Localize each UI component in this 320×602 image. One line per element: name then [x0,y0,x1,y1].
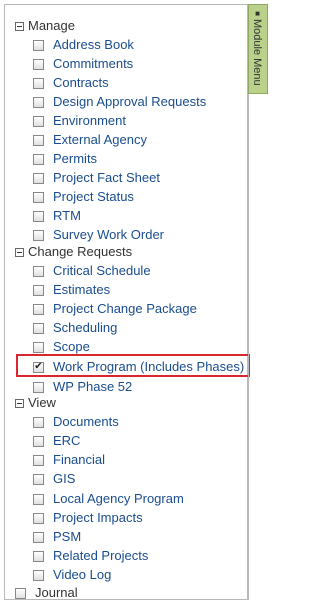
checkbox[interactable] [33,172,44,184]
tree-item-label[interactable]: Scheduling [53,319,117,337]
tree-item-address-book[interactable]: Address Book [33,36,134,54]
tree-item-label[interactable]: Financial [53,451,105,469]
tree-item-related-projects[interactable]: Related Projects [33,547,148,565]
tree-item-external-agency[interactable]: External Agency [33,131,147,149]
tree-item-label[interactable]: Design Approval Requests [53,93,206,111]
checkbox[interactable] [33,531,44,543]
checkbox[interactable] [33,435,44,447]
tree-item-label[interactable]: Project Status [53,188,134,206]
selection-highlight-box [16,354,250,377]
tree-item-label[interactable]: PSM [53,528,81,546]
group-header-view[interactable]: View [15,394,56,412]
tree-item-psm[interactable]: PSM [33,528,81,546]
tree-item-local-agency-program[interactable]: Local Agency Program [33,490,184,508]
tree-item-label[interactable]: Survey Work Order [53,226,164,244]
tree-item-label[interactable]: Project Fact Sheet [53,169,160,187]
checkbox[interactable] [33,341,44,353]
tree-item-label[interactable]: Documents [53,413,119,431]
group-label: Manage [28,18,75,33]
checkbox[interactable] [33,322,44,334]
checkbox[interactable] [33,191,44,203]
tree-item-project-status[interactable]: Project Status [33,188,134,206]
tree-item-critical-schedule[interactable]: Critical Schedule [33,262,151,280]
tree-item-project-change-package[interactable]: Project Change Package [33,300,197,318]
tree-item-label[interactable]: Journal [35,584,78,602]
checkbox[interactable] [33,229,44,241]
tree-item-permits[interactable]: Permits [33,150,97,168]
tree-item-label[interactable]: Video Log [53,566,111,584]
tree-item-project-fact-sheet[interactable]: Project Fact Sheet [33,169,160,187]
module-menu-panel: Manage Address Book Commitments Contract… [4,4,248,600]
tree-item-label[interactable]: Environment [53,112,126,130]
checkbox[interactable] [33,115,44,127]
module-menu-label: Module Menu [251,19,263,86]
tree-item-rtm[interactable]: RTM [33,207,81,225]
group-header-change-requests[interactable]: Change Requests [15,243,132,261]
tree-item-scheduling[interactable]: Scheduling [33,319,117,337]
checkbox[interactable] [33,381,44,393]
tree-item-environment[interactable]: Environment [33,112,126,130]
tree-item-label[interactable]: Permits [53,150,97,168]
module-menu-tab-text[interactable]: ■Module Menu [251,9,263,86]
tree-item-gis[interactable]: GIS [33,470,75,488]
tree-item-commitments[interactable]: Commitments [33,55,133,73]
tree-item-survey-work-order[interactable]: Survey Work Order [33,226,164,244]
tree-item-label[interactable]: Address Book [53,36,134,54]
tree-item-journal[interactable]: Journal [15,584,78,602]
tree-item-documents[interactable]: Documents [33,413,119,431]
tree-item-label[interactable]: RTM [53,207,81,225]
tree-item-financial[interactable]: Financial [33,451,105,469]
checkbox[interactable] [33,153,44,165]
group-label: Change Requests [28,244,133,259]
checkbox[interactable] [33,512,44,524]
tree-item-estimates[interactable]: Estimates [33,281,110,299]
tree-item-contracts[interactable]: Contracts [33,74,109,92]
collapse-icon[interactable] [15,398,24,408]
group-header-manage[interactable]: Manage [15,17,75,35]
tree-item-project-impacts[interactable]: Project Impacts [33,509,143,527]
module-menu-tab[interactable]: ■Module Menu [248,4,268,94]
tree-item-label[interactable]: WP Phase 52 [53,378,132,396]
tree-item-label[interactable]: ERC [53,432,80,450]
checkbox[interactable] [33,134,44,146]
tree-item-label[interactable]: External Agency [53,131,147,149]
checkbox[interactable] [33,473,44,485]
checkbox[interactable] [33,96,44,108]
checkbox[interactable] [33,569,44,581]
collapse-icon[interactable] [15,247,24,257]
checkbox[interactable] [33,493,44,505]
group-label: View [28,395,56,410]
checkbox[interactable] [33,58,44,70]
tree-item-erc[interactable]: ERC [33,432,80,450]
checkbox[interactable] [15,587,26,599]
tree-item-label[interactable]: GIS [53,470,75,488]
tree-item-video-log[interactable]: Video Log [33,566,111,584]
checkbox[interactable] [33,416,44,428]
tree-item-label[interactable]: Critical Schedule [53,262,151,280]
pin-icon: ■ [253,9,262,18]
tree-item-label[interactable]: Project Impacts [53,509,143,527]
collapse-icon[interactable] [15,21,24,31]
tree-item-label[interactable]: Related Projects [53,547,148,565]
checkbox[interactable] [33,550,44,562]
tree-item-label[interactable]: Commitments [53,55,133,73]
checkbox[interactable] [33,265,44,277]
checkbox[interactable] [33,77,44,89]
tree-item-label[interactable]: Project Change Package [53,300,197,318]
checkbox[interactable] [33,284,44,296]
checkbox[interactable] [33,303,44,315]
checkbox[interactable] [33,210,44,222]
checkbox[interactable] [33,454,44,466]
tree-item-label[interactable]: Contracts [53,74,109,92]
checkbox[interactable] [33,39,44,51]
tree-item-label[interactable]: Estimates [53,281,110,299]
module-rail [248,94,268,600]
tree-item-label[interactable]: Local Agency Program [53,490,184,508]
tree-item-design-approval-requests[interactable]: Design Approval Requests [33,93,206,111]
